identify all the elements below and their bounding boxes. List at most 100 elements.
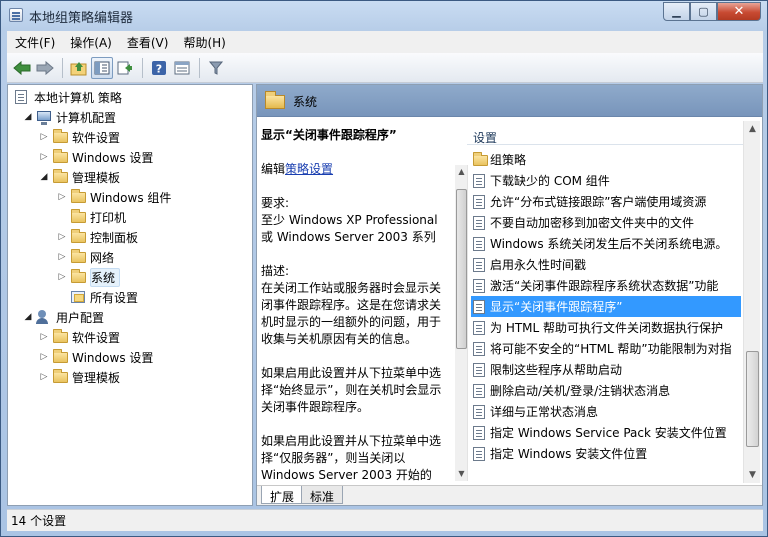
tree-item-computer-config[interactable]: ◢ 计算机配置 xyxy=(22,107,116,127)
menu-file[interactable]: 文件(F) xyxy=(7,34,62,51)
tree-item-system[interactable]: ▷ 系统 xyxy=(56,267,121,287)
expand-arrow-icon[interactable]: ▷ xyxy=(56,252,68,262)
show-hide-tree-button[interactable] xyxy=(91,56,113,79)
help-button[interactable]: ? xyxy=(148,57,170,79)
expand-arrow-icon[interactable]: ▷ xyxy=(38,332,50,342)
list-item[interactable]: 允许“分布式链接跟踪”客户端使用域资源 xyxy=(471,191,741,212)
description-paragraph-2: 如果启用此设置并从下拉菜单中选择“始终显示”，则在关机时会显示关闭事件跟踪程序。 xyxy=(261,366,442,414)
list-item[interactable]: 激活“关闭事件跟踪程序系统状态数据”功能 xyxy=(471,275,741,296)
minimize-icon: ▁ xyxy=(672,5,681,18)
toolbar-separator xyxy=(62,57,63,78)
export-list-button[interactable] xyxy=(114,57,136,79)
policy-setting-icon xyxy=(472,341,486,357)
list-item-label: 将可能不安全的“HTML 帮助”功能限制为对指 xyxy=(490,342,732,356)
tree-item-control-panel[interactable]: ▷ 控制面板 xyxy=(56,227,138,247)
up-level-button[interactable] xyxy=(68,57,90,79)
policy-setting-icon xyxy=(472,404,486,420)
show-hide-tree-icon xyxy=(94,61,110,74)
tree-item-uc-software[interactable]: ▷ 软件设置 xyxy=(38,327,120,347)
folder-icon xyxy=(52,149,68,165)
collapse-arrow-icon[interactable]: ◢ xyxy=(22,312,34,322)
expand-arrow-icon[interactable]: ▷ xyxy=(38,132,50,142)
scroll-thumb[interactable] xyxy=(746,351,759,447)
close-button[interactable]: ✕ xyxy=(717,2,761,21)
tab-standard[interactable]: 标准 xyxy=(301,486,344,504)
tree-item-cc-windows[interactable]: ▷ Windows 设置 xyxy=(38,147,153,167)
scroll-up-icon[interactable]: ▲ xyxy=(455,165,468,179)
scroll-down-icon[interactable]: ▼ xyxy=(744,467,761,483)
edit-policy-line: 编辑策略设置 xyxy=(261,161,451,178)
list-item[interactable]: 不要自动加密移到加密文件夹中的文件 xyxy=(471,212,741,233)
menu-view[interactable]: 查看(V) xyxy=(119,34,176,51)
forward-button[interactable] xyxy=(34,57,56,79)
list-item[interactable]: 显示“关闭事件跟踪程序” xyxy=(471,296,741,317)
menu-bar: 文件(F) 操作(A) 查看(V) 帮助(H) xyxy=(7,31,763,53)
tree-item-label: Windows 组件 xyxy=(90,190,172,205)
tree-item-network[interactable]: ▷ 网络 xyxy=(56,247,114,267)
tree-item-uc-windows[interactable]: ▷ Windows 设置 xyxy=(38,347,153,367)
scroll-thumb[interactable] xyxy=(456,189,467,349)
description-scrollbar[interactable]: ▲ ▼ xyxy=(455,165,468,481)
list-item-label: 激活“关闭事件跟踪程序系统状态数据”功能 xyxy=(490,279,719,293)
tree-item-user-config[interactable]: ◢ 用户配置 xyxy=(22,307,104,327)
edit-policy-link[interactable]: 策略设置 xyxy=(285,162,333,176)
tree-item-label: 计算机配置 xyxy=(56,110,117,125)
scroll-down-icon[interactable]: ▼ xyxy=(455,467,468,481)
expand-arrow-icon[interactable]: ▷ xyxy=(56,272,68,282)
toolbar-separator xyxy=(199,57,200,78)
policy-setting-icon xyxy=(472,320,486,336)
list-item[interactable]: 下载缺少的 COM 组件 xyxy=(471,170,741,191)
expand-arrow-icon[interactable]: ▷ xyxy=(38,152,50,162)
list-item[interactable]: 删除启动/关机/登录/注销状态消息 xyxy=(471,380,741,401)
tree-item-label: 本地计算机 策略 xyxy=(34,90,122,105)
back-button[interactable] xyxy=(11,57,33,79)
expand-arrow-icon[interactable]: ▷ xyxy=(56,192,68,202)
list-item[interactable]: 将可能不安全的“HTML 帮助”功能限制为对指 xyxy=(471,338,741,359)
list-item[interactable]: Windows 系统关闭发生后不关闭系统电源。 xyxy=(471,233,741,254)
tab-extended[interactable]: 扩展 xyxy=(261,486,304,504)
folder-icon xyxy=(70,249,86,265)
list-item[interactable]: 指定 Windows Service Pack 安装文件位置 xyxy=(471,422,741,443)
tree-item-uc-admin-templates[interactable]: ▷ 管理模板 xyxy=(38,367,120,387)
svg-text:?: ? xyxy=(156,62,162,75)
tree-item-label: 软件设置 xyxy=(72,130,121,145)
maximize-button[interactable]: ▢ xyxy=(690,2,717,21)
tree-item-label: 打印机 xyxy=(90,210,127,225)
list-item-label: 指定 Windows Service Pack 安装文件位置 xyxy=(490,426,727,440)
expand-arrow-icon[interactable]: ▷ xyxy=(38,372,50,382)
list-item[interactable]: 启用永久性时间戳 xyxy=(471,254,741,275)
expand-arrow-icon[interactable]: ▷ xyxy=(38,352,50,362)
properties-view-button[interactable] xyxy=(171,57,193,79)
folder-icon xyxy=(70,209,86,225)
tree-item-root[interactable]: 本地计算机 策略 xyxy=(12,87,122,107)
menu-action[interactable]: 操作(A) xyxy=(62,34,119,51)
minimize-button[interactable]: ▁ xyxy=(663,2,690,21)
folder-icon xyxy=(70,269,86,285)
tree-item-all-settings[interactable]: 所有设置 xyxy=(68,287,138,307)
policy-setting-icon xyxy=(472,278,486,294)
folder-icon xyxy=(52,329,68,345)
filter-button[interactable] xyxy=(205,57,227,79)
expand-arrow-icon[interactable]: ▷ xyxy=(56,232,68,242)
tree-item-cc-admin-templates[interactable]: ◢ 管理模板 xyxy=(38,167,120,187)
list-item[interactable]: 为 HTML 帮助可执行文件关闭数据执行保护 xyxy=(471,317,741,338)
list-item[interactable]: 组策略 xyxy=(471,149,741,170)
tree-pane[interactable]: 本地计算机 策略 ◢ 计算机配置 ▷ 软件设置 ▷ Windows 设置 ◢ 管… xyxy=(7,84,253,506)
scroll-up-icon[interactable]: ▲ xyxy=(744,121,761,137)
list-item[interactable]: 限制这些程序从帮助启动 xyxy=(471,359,741,380)
policy-setting-icon xyxy=(472,215,486,231)
filter-icon xyxy=(208,61,224,75)
title-bar[interactable]: 本地组策略编辑器 ▁ ▢ ✕ xyxy=(1,1,767,29)
list-item[interactable]: 指定 Windows 安装文件位置 xyxy=(471,443,741,464)
collapse-arrow-icon[interactable]: ◢ xyxy=(22,112,34,122)
list-item[interactable]: 详细与正常状态消息 xyxy=(471,401,741,422)
collapse-arrow-icon[interactable]: ◢ xyxy=(38,172,50,182)
details-header-title: 系统 xyxy=(293,95,318,109)
tree-item-windows-components[interactable]: ▷ Windows 组件 xyxy=(56,187,171,207)
list-scrollbar[interactable]: ▲ ▼ xyxy=(743,121,760,483)
tree-item-cc-software[interactable]: ▷ 软件设置 xyxy=(38,127,120,147)
tree-item-printers[interactable]: 打印机 xyxy=(68,207,126,227)
menu-help[interactable]: 帮助(H) xyxy=(175,34,232,51)
toolbar-separator xyxy=(142,57,143,78)
app-icon xyxy=(9,8,23,22)
